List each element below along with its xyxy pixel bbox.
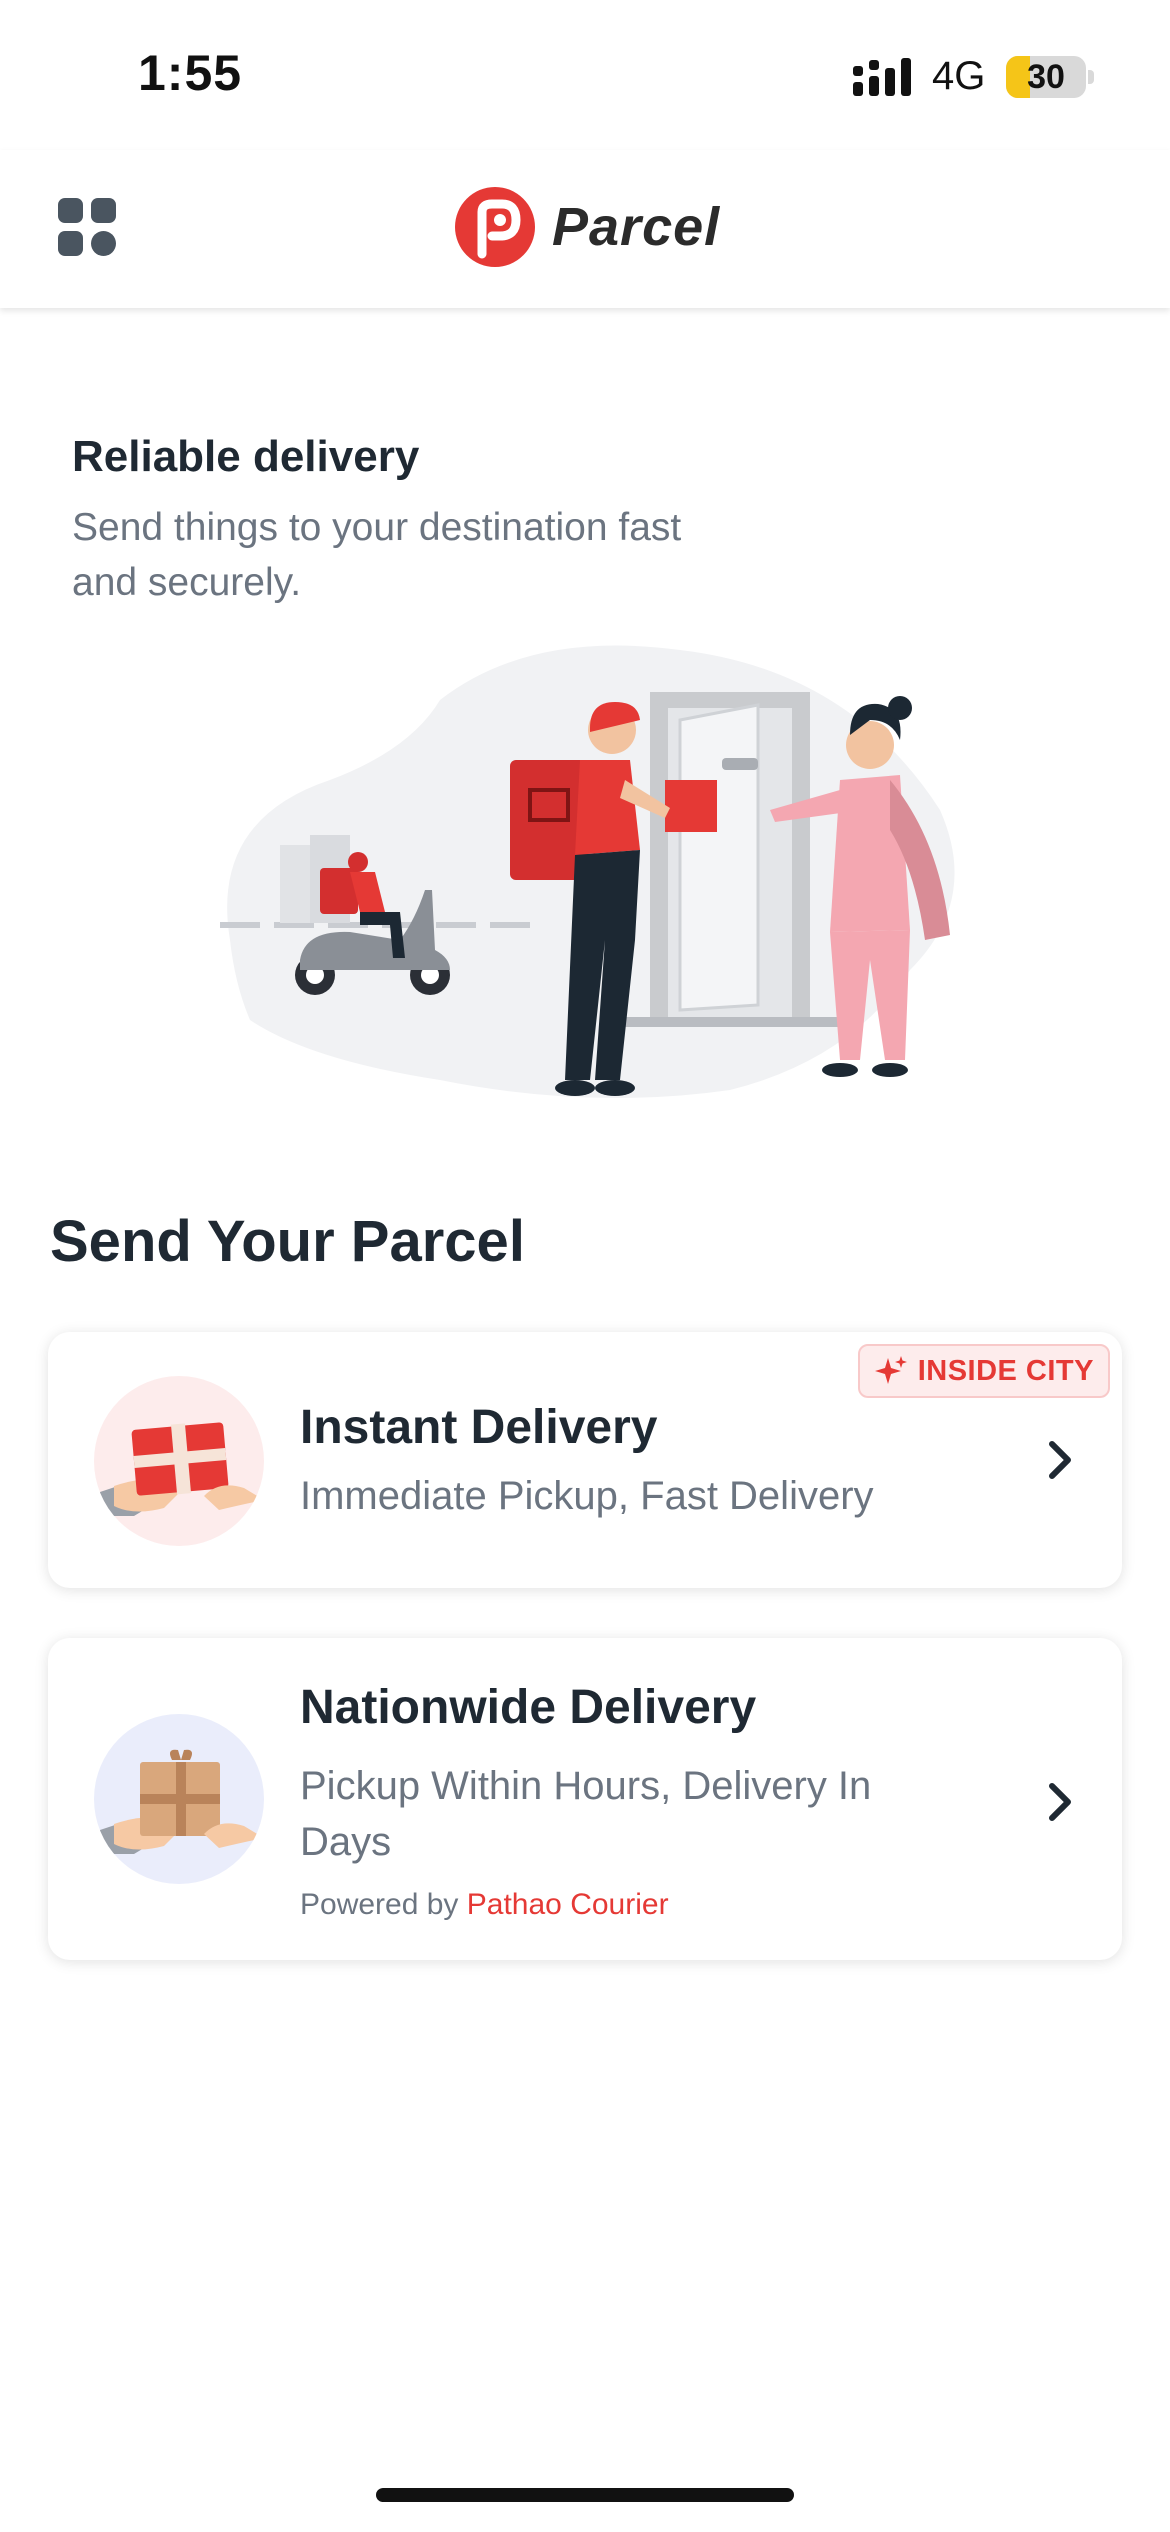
- battery-level: 30: [1027, 58, 1065, 96]
- powered-by-label: Powered by: [300, 1888, 459, 1921]
- app-header: Parcel: [0, 150, 1170, 308]
- hero-subtitle: Send things to your destination fast and…: [72, 506, 682, 604]
- badge-label: INSIDE CITY: [917, 1354, 1094, 1387]
- signal-icon: [853, 58, 911, 96]
- hero-title: Reliable delivery: [72, 432, 420, 481]
- card-title: Instant Delivery: [300, 1401, 658, 1454]
- battery-nub: [1088, 70, 1094, 84]
- brand-logo: Parcel: [452, 180, 732, 270]
- sparkle-icon: [874, 1356, 907, 1384]
- chevron-right-icon: [1049, 1441, 1071, 1479]
- battery-icon: 30: [1006, 56, 1086, 98]
- section-title: Send Your Parcel: [50, 1209, 525, 1274]
- brand-name: Parcel: [552, 197, 721, 257]
- home-indicator[interactable]: [376, 2488, 794, 2502]
- status-bar: 1:55 4G 30: [0, 0, 1170, 150]
- box-parcel-icon: [94, 1714, 264, 1884]
- status-time: 1:55: [138, 45, 243, 101]
- chevron-right-icon: [1049, 1783, 1071, 1821]
- powered-by-text: Powered by Pathao Courier: [300, 1888, 669, 1922]
- network-type: 4G: [932, 54, 986, 98]
- parcel-logo-icon: [455, 187, 535, 267]
- powered-by-brand[interactable]: Pathao Courier: [467, 1888, 669, 1921]
- gift-parcel-icon: [94, 1376, 264, 1546]
- card-title: Nationwide Delivery: [300, 1681, 757, 1734]
- card-subtitle: Immediate Pickup, Fast Delivery: [300, 1474, 874, 1518]
- grid-menu-icon[interactable]: [58, 198, 116, 256]
- courier-delivery-illustration: [220, 645, 955, 1098]
- nationwide-delivery-card[interactable]: Nationwide Delivery Pickup Within Hours,…: [48, 1638, 1122, 1960]
- card-subtitle: Pickup Within Hours, Delivery In Days: [300, 1764, 872, 1864]
- instant-delivery-card[interactable]: INSIDE CITY Instant Delivery Immediate P…: [48, 1332, 1122, 1588]
- inside-city-badge: INSIDE CITY: [857, 1344, 1110, 1398]
